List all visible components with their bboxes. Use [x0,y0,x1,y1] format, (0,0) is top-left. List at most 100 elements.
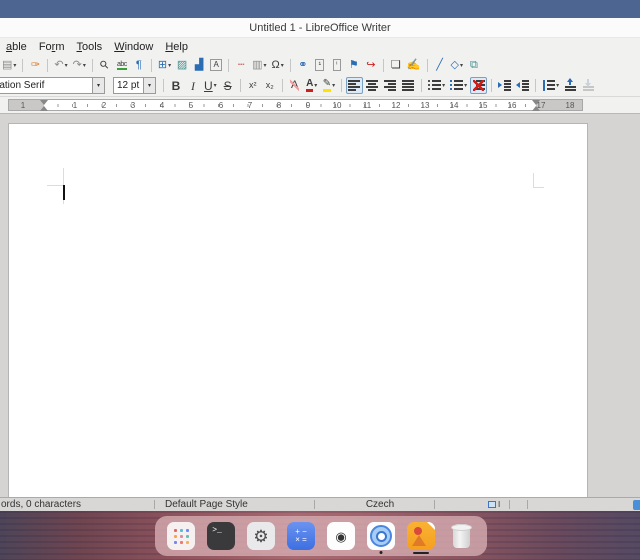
dock-chromium-browser[interactable] [367,522,395,550]
numbered-list-button[interactable]: ▾ [448,77,469,94]
spelling-button[interactable]: abc [114,57,130,74]
formatting-marks-button[interactable]: ¶ [131,57,147,74]
font-size-combobox[interactable]: 12 pt ▾ [113,77,156,94]
menu-tools[interactable]: Tools [71,40,109,54]
hyperlink-button[interactable]: ⚭ [295,57,311,74]
dock-calculator[interactable]: + − × = [287,522,315,550]
font-size-dropdown-icon[interactable]: ▾ [143,78,155,93]
dock-settings[interactable]: ⚙ [247,522,275,550]
decrease-indent-button[interactable] [514,77,531,94]
running-indicator [380,551,383,554]
word-count[interactable]: ords, 0 characters [1,498,81,511]
redo-button[interactable]: ↷▾ [71,57,88,74]
dock-screenshot-tool[interactable]: ◉ [327,522,355,550]
clear-formatting-button[interactable]: A [287,77,303,94]
window-titlebar[interactable]: Untitled 1 - LibreOffice Writer [0,18,640,38]
selection-mode-icon[interactable]: I [488,500,504,509]
dock-trash[interactable] [447,522,475,550]
dropdown-arrow-icon[interactable]: ▾ [214,82,217,89]
font-name-dropdown-icon[interactable]: ▾ [92,78,104,93]
italic-button[interactable]: I [185,77,201,94]
left-indent-marker[interactable] [40,100,48,111]
button-glyph: ✑ [31,60,40,71]
increase-indent-button[interactable] [496,77,513,94]
increase-paragraph-spacing-button[interactable] [562,77,579,94]
menu-table[interactable]: able [0,40,33,54]
button-glyph: ↶ [54,60,63,71]
no-list-button[interactable] [470,77,487,94]
decrease-paragraph-spacing-button[interactable] [580,77,597,94]
align-center-button[interactable] [364,77,381,94]
page-style[interactable]: Default Page Style [165,498,248,511]
dock-image-viewer[interactable] [407,522,435,550]
insert-image-button[interactable]: ▨ [174,57,190,74]
strikethrough-button[interactable]: S [220,77,236,94]
button-glyph: U [204,80,213,92]
special-character-button[interactable]: Ω▾ [270,57,286,74]
insert-comment-button[interactable]: ❏ [388,57,404,74]
insert-table-button[interactable]: ⊞▾ [156,57,173,74]
dropdown-arrow-icon[interactable]: ▾ [556,82,559,89]
font-name-combobox[interactable]: ration Serif ▾ [0,77,105,94]
menu-form[interactable]: Form [33,40,71,54]
page-break-button[interactable]: ┄ [233,57,249,74]
align-left-button[interactable] [346,77,363,94]
dropdown-arrow-icon[interactable]: ▾ [65,62,68,69]
horizontal-ruler[interactable]: 1123456789101112131415161718 [8,99,583,111]
button-glyph: ▨ [177,60,187,71]
font-color-button[interactable]: A▾ [304,77,320,94]
button-glyph [516,79,529,92]
dock-app-launcher[interactable] [167,522,195,550]
statusbar-separator [527,500,528,509]
text-language[interactable]: Czech [340,498,420,511]
right-indent-marker[interactable] [532,100,540,111]
endnote-button[interactable]: ⁱ [329,57,345,74]
dropdown-arrow-icon[interactable]: ▾ [460,62,463,69]
dropdown-arrow-icon[interactable]: ▾ [332,82,335,89]
bullet-list-button[interactable]: ▾ [426,77,447,94]
cross-reference-button[interactable]: ↪ [363,57,379,74]
dropdown-arrow-icon[interactable]: ▾ [168,62,171,69]
dropdown-arrow-icon[interactable]: ▾ [13,62,16,69]
dropdown-arrow-icon[interactable]: ▾ [281,62,284,69]
bookmark-button[interactable]: ⚑ [346,57,362,74]
document-page[interactable] [8,123,588,497]
paste-button[interactable]: ▤▾ [0,57,18,74]
dropdown-arrow-icon[interactable]: ▾ [464,82,467,89]
page-view-button[interactable] [633,500,640,510]
ruler-number: 15 [479,101,488,110]
dropdown-arrow-icon[interactable]: ▾ [264,62,267,69]
track-changes-button[interactable]: ✍ [405,57,423,74]
basic-shapes-button[interactable]: ◇▾ [449,57,465,74]
dropdown-arrow-icon[interactable]: ▾ [314,82,317,89]
bold-button[interactable]: B [168,77,184,94]
align-justify-button[interactable] [400,77,417,94]
align-right-button[interactable] [382,77,399,94]
dock: >_ ⚙ + − × = ◉ [155,516,487,556]
dropdown-arrow-icon[interactable]: ▾ [83,62,86,69]
dock-terminal[interactable]: >_ [207,522,235,550]
line-spacing-button[interactable]: ▾ [540,77,561,94]
insert-line-button[interactable]: ╱ [432,57,448,74]
draw-functions-button[interactable]: ⧉ [466,57,482,74]
insert-field-button[interactable]: ▥▾ [250,57,268,74]
superscript-button[interactable]: x² [245,77,261,94]
find-replace-button[interactable]: ⚲ [97,57,113,74]
insert-textbox-button[interactable]: A [208,57,224,74]
button-glyph: Ω [272,60,280,71]
statusbar: ords, 0 characters Default Page Style Cz… [0,497,640,511]
dropdown-arrow-icon[interactable]: ▾ [442,82,445,89]
menu-window[interactable]: Window [108,40,159,54]
highlight-color-button[interactable]: ✎▾ [321,77,337,94]
dock-icon-art [167,522,195,550]
underline-button[interactable]: U▾ [202,77,219,94]
menu-help[interactable]: Help [159,40,194,54]
footnote-button[interactable]: ¹ [312,57,328,74]
subscript-button[interactable]: x₂ [262,77,278,94]
undo-button[interactable]: ↶▾ [52,57,69,74]
dock-icon-art [447,522,475,550]
clone-formatting-button[interactable]: ✑ [27,57,43,74]
insert-chart-button[interactable]: ▟ [191,57,207,74]
toolbar-separator [491,79,492,92]
toolbar-separator [163,79,164,92]
